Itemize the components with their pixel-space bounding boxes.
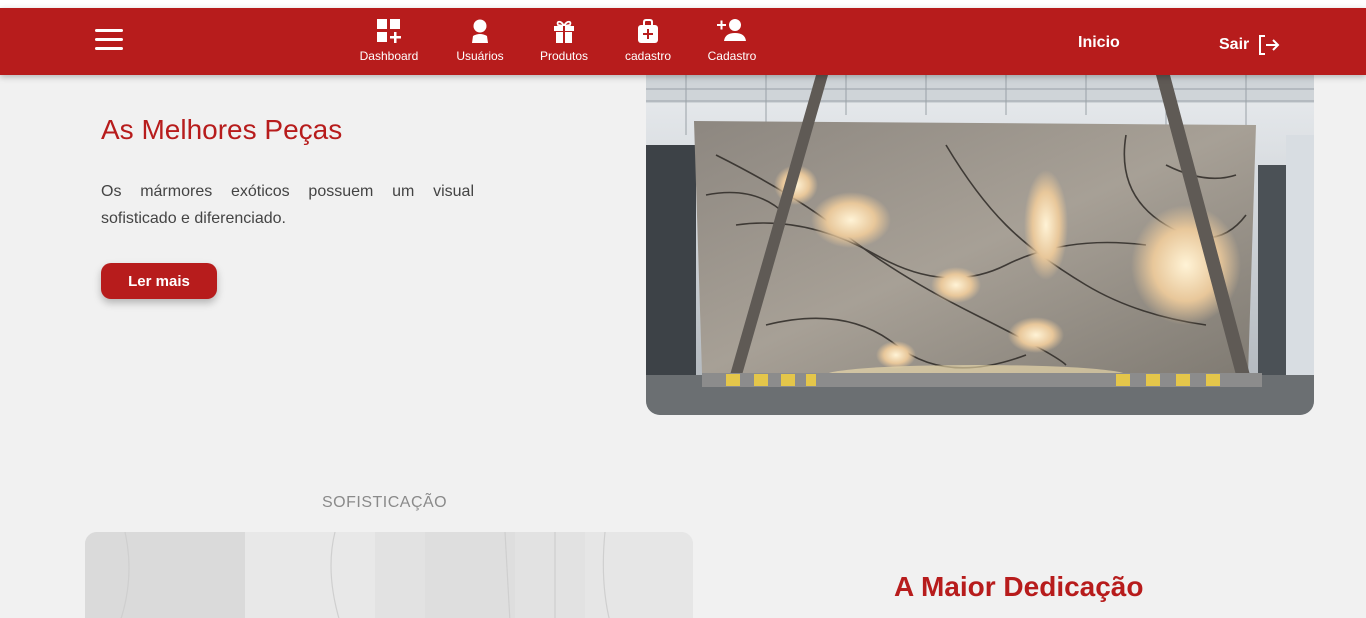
nav-item-label: cadastro (624, 49, 672, 63)
nav-item-dashboard[interactable]: Dashboard (356, 18, 422, 68)
marble-texture-image (85, 532, 693, 618)
logout-icon (1259, 35, 1280, 55)
nav-item-label: Cadastro (707, 49, 757, 63)
nav-item-label: Usuários (456, 49, 504, 63)
marble-slab-image (646, 75, 1314, 415)
nav-item-cadastro[interactable]: cadastro (620, 18, 676, 68)
add-user-icon (717, 19, 746, 41)
top-strip (0, 0, 1366, 8)
dashboard-icon (377, 19, 401, 43)
nav-item-label: Dashboard (359, 49, 419, 63)
nav-item-usuarios[interactable]: Usuários (452, 18, 508, 68)
user-icon (472, 19, 488, 43)
hamburger-menu-icon[interactable] (95, 28, 123, 50)
read-more-button[interactable]: Ler mais (101, 263, 217, 299)
sair-label: Sair (1219, 36, 1250, 53)
inicio-link[interactable]: Inicio (1078, 34, 1120, 52)
nav-item-cadastro-usuario[interactable]: Cadastro (703, 18, 761, 68)
section-title: A Maior Dedicação (894, 571, 1144, 602)
section-label: SOFISTICAÇÃO (322, 494, 448, 511)
hero-description: Os mármores exóticos possuem um visual s… (101, 183, 474, 227)
medical-bag-icon (638, 19, 658, 43)
gift-icon (554, 20, 574, 43)
navbar: Dashboard Usuários Produtos cadastro Cad… (0, 8, 1366, 75)
nav-item-produtos[interactable]: Produtos (535, 18, 593, 68)
sair-button[interactable]: Sair (1219, 34, 1281, 56)
hero-title: As Melhores Peças (101, 114, 343, 145)
nav-item-label: Produtos (539, 49, 589, 63)
